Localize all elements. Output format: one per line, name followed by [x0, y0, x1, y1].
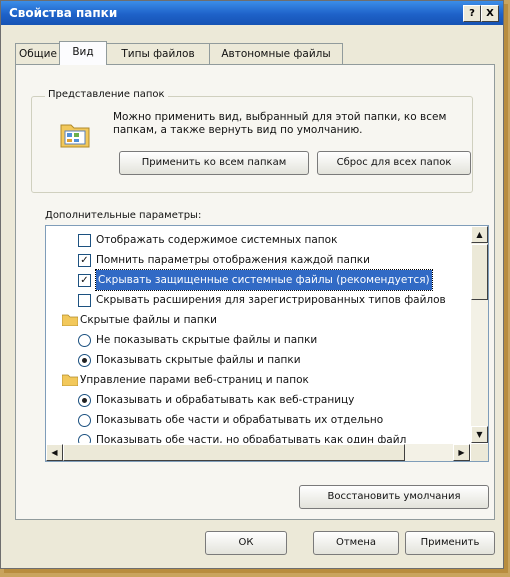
- list-item[interactable]: Управление парами веб-страниц и папок: [46, 370, 470, 390]
- folder-options-dialog: Свойства папки ? X Общие Вид Типы файлов…: [0, 0, 504, 569]
- scrollbar-corner: [471, 444, 488, 461]
- vertical-scrollbar[interactable]: ▲ ▼: [471, 226, 488, 443]
- close-button[interactable]: X: [481, 5, 499, 22]
- restore-defaults-button[interactable]: Восстановить умолчания: [299, 485, 489, 509]
- title-bar[interactable]: Свойства папки ? X: [1, 1, 503, 25]
- folder-view-legend: Представление папок: [45, 89, 168, 100]
- horizontal-scrollbar[interactable]: ◀ ▶: [46, 444, 470, 461]
- list-item[interactable]: ✓ Скрывать защищенные системные файлы (ре…: [46, 269, 470, 291]
- list-item-label: Помнить параметры отображения каждой пап…: [96, 254, 370, 266]
- scroll-right-button[interactable]: ▶: [453, 444, 470, 461]
- list-item[interactable]: ✓ Помнить параметры отображения каждой па…: [46, 250, 470, 270]
- option-radio[interactable]: [78, 414, 91, 427]
- advanced-settings-label: Дополнительные параметры:: [45, 210, 202, 221]
- list-item-label: Отображать содержимое системных папок: [96, 234, 338, 246]
- cancel-button[interactable]: Отмена: [313, 531, 399, 555]
- folder-view-description: Можно применить вид, выбранный для этой …: [113, 111, 447, 136]
- option-checkbox[interactable]: ✓: [78, 254, 91, 267]
- list-item-label: Не показывать скрытые файлы и папки: [96, 334, 318, 346]
- list-item[interactable]: Не показывать скрытые файлы и папки: [46, 330, 470, 350]
- advanced-settings-list[interactable]: Отображать содержимое системных папок ✓ По…: [45, 225, 489, 462]
- list-item[interactable]: Показывать обе части, но обрабатывать ка…: [46, 430, 470, 443]
- list-item-label: Управление парами веб-страниц и папок: [80, 374, 309, 386]
- option-radio[interactable]: [78, 434, 91, 443]
- list-item-label: Показывать обе части, но обрабатывать ка…: [96, 434, 407, 443]
- ok-button[interactable]: ОК: [205, 531, 287, 555]
- window-title: Свойства папки: [9, 6, 118, 20]
- scroll-left-button[interactable]: ◀: [46, 444, 63, 461]
- help-button[interactable]: ?: [463, 5, 481, 22]
- option-radio[interactable]: [78, 354, 91, 367]
- list-item-label: Скрытые файлы и папки: [80, 314, 217, 326]
- tab-file-types[interactable]: Типы файлов: [105, 43, 211, 64]
- option-checkbox[interactable]: ✓: [78, 274, 91, 287]
- list-item-label: Показывать и обрабатывать как веб-страни…: [96, 394, 355, 406]
- vertical-scroll-thumb[interactable]: [471, 244, 488, 300]
- folder-icon: [62, 374, 78, 386]
- list-item[interactable]: Скрытые файлы и папки: [46, 310, 470, 330]
- advanced-settings-items: Отображать содержимое системных папок ✓ По…: [46, 226, 470, 443]
- list-item-label: Скрывать расширения для зарегистрированн…: [96, 294, 446, 306]
- list-item[interactable]: Скрывать расширения для зарегистрированн…: [46, 290, 470, 310]
- list-item-label: Скрывать защищенные системные файлы (рек…: [95, 269, 433, 291]
- list-item-label: Показывать обе части и обрабатывать их о…: [96, 414, 384, 426]
- scroll-up-button[interactable]: ▲: [471, 226, 488, 243]
- option-radio[interactable]: [78, 334, 91, 347]
- list-item[interactable]: Отображать содержимое системных папок: [46, 230, 470, 250]
- tab-offline-files[interactable]: Автономные файлы: [209, 43, 343, 64]
- apply-button[interactable]: Применить: [405, 531, 495, 555]
- list-item[interactable]: Показывать и обрабатывать как веб-страни…: [46, 390, 470, 410]
- option-checkbox[interactable]: [78, 234, 91, 247]
- folder-icon: [62, 314, 78, 326]
- folder-view-icon: [60, 124, 90, 148]
- scroll-down-button[interactable]: ▼: [471, 426, 488, 443]
- option-checkbox[interactable]: [78, 294, 91, 307]
- list-item[interactable]: Показывать обе части и обрабатывать их о…: [46, 410, 470, 430]
- reset-all-folders-button[interactable]: Сброс для всех папок: [317, 151, 471, 175]
- tab-general[interactable]: Общие: [15, 43, 61, 64]
- horizontal-scroll-thumb[interactable]: [63, 444, 405, 461]
- apply-to-all-folders-button[interactable]: Применить ко всем папкам: [119, 151, 309, 175]
- list-item-label: Показывать скрытые файлы и папки: [96, 354, 301, 366]
- option-radio[interactable]: [78, 394, 91, 407]
- list-item[interactable]: Показывать скрытые файлы и папки: [46, 350, 470, 370]
- tab-view[interactable]: Вид: [59, 41, 107, 65]
